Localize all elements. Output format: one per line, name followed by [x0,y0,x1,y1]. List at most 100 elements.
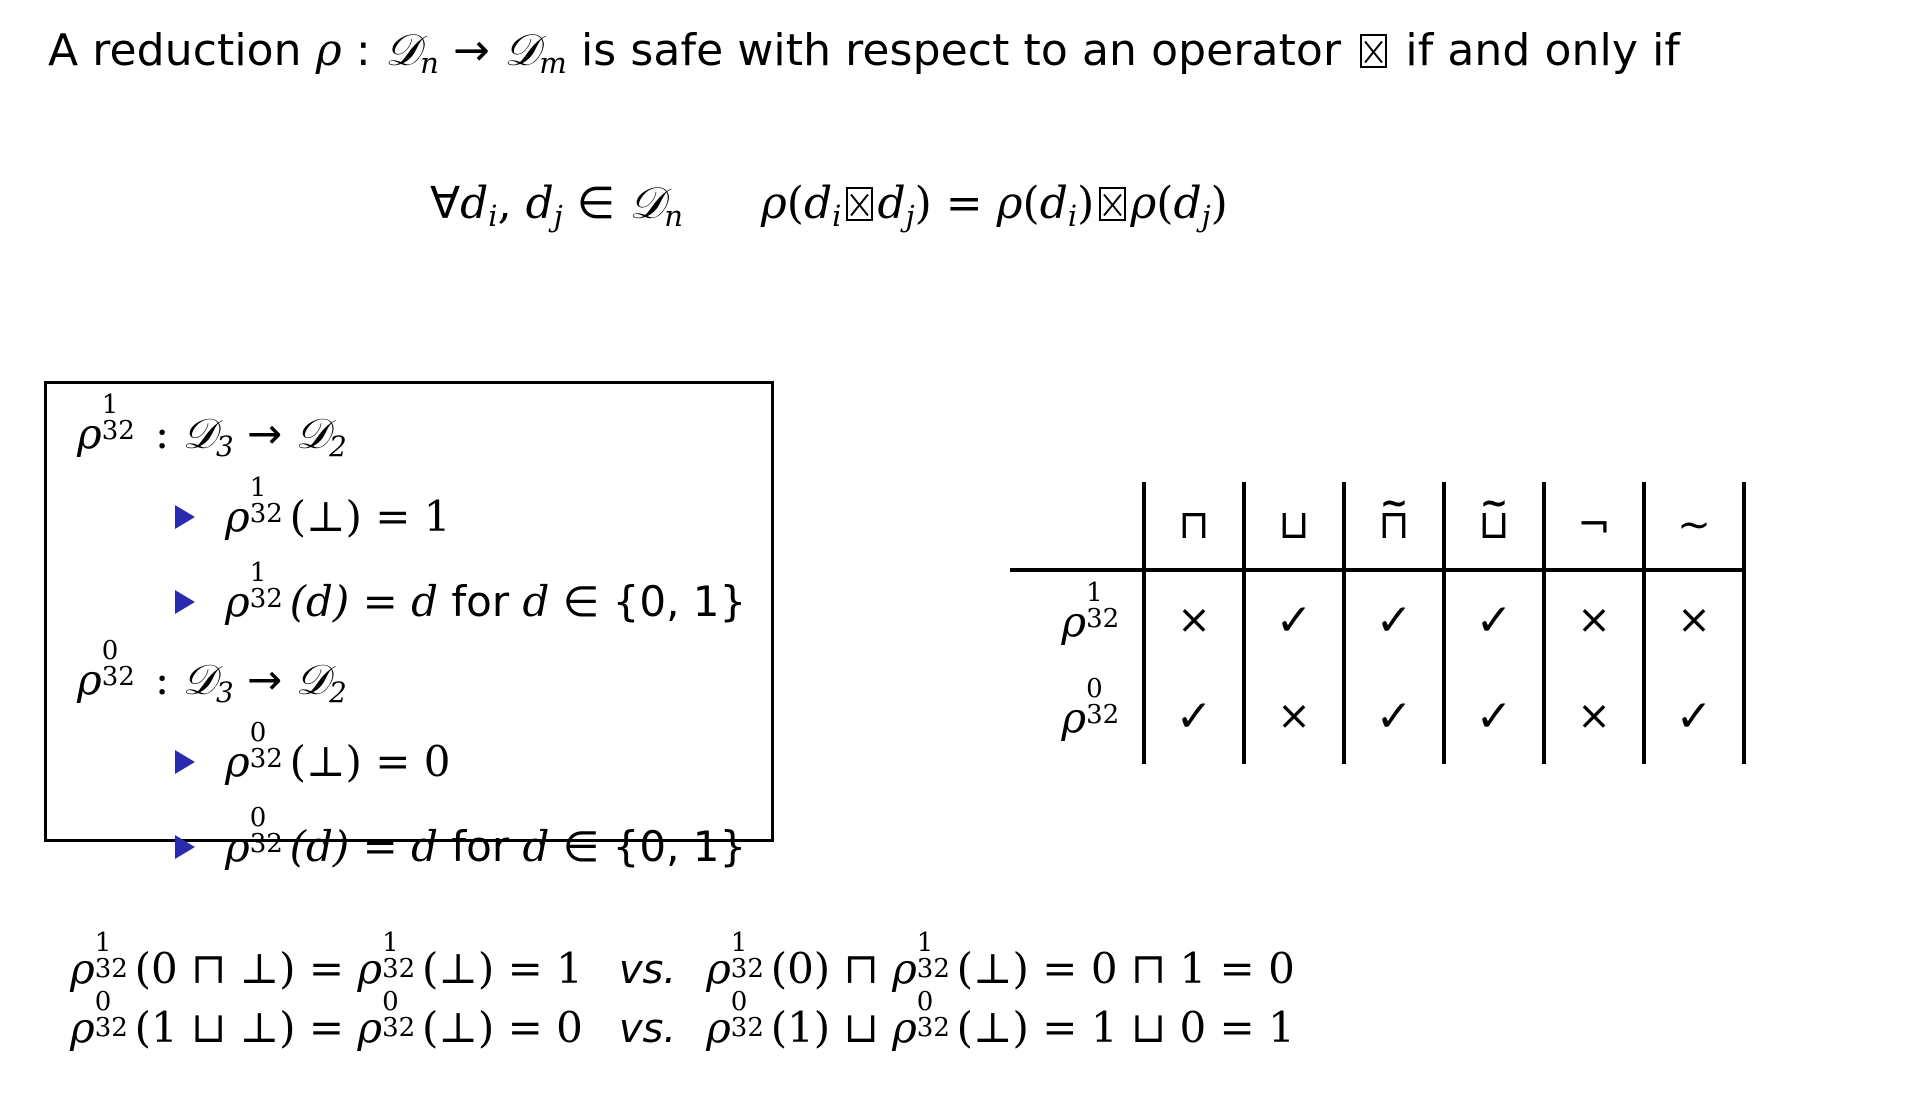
table-row: ρ 0 32 ✓ × ✓ ✓ × ✓ [1010,668,1746,764]
left-tail: (⊥) = 1 [421,944,583,993]
glyph: ∼ [1677,502,1711,548]
superscript: 0 [1086,673,1103,704]
definition-body: (⊥) = 0 [289,737,451,786]
superscript: 1 [249,557,267,588]
formula-equals: = [931,178,997,229]
formula-d-i-2: d [1039,178,1068,229]
definition-membership: ∈ {0, 1} [549,822,747,871]
definition-bullet-rho1-identity: ρ 1 32 (d) = d for d ∈ {0, 1} [175,558,746,626]
rho0-sub-sup: 0 32 [249,803,290,861]
column-header-negation: ¬ [1542,482,1644,572]
definition-heading-rho1: ρ 1 32 : 𝒟3 → 𝒟2 [77,390,347,463]
sqcap-tilde-icon: ~ ⊓ [1378,486,1409,545]
accent: ~ [1379,482,1409,523]
column-header-tilde: ∼ [1642,482,1746,572]
formula-d-i-1: d [803,178,833,229]
rho-symbol: ρ [1061,693,1087,742]
domain-subscript: 3 [215,675,234,709]
formula-open-paren-3: ( [1156,178,1174,229]
definition-body: (⊥) = 1 [289,492,451,541]
formula-d-i-sub-2: i [1067,199,1078,234]
tilde-icon: ∼ [1677,505,1711,545]
rho0-sub-sup: 0 32 [1086,674,1126,732]
codomain-symbol: 𝒟 [504,25,540,76]
superscript: 1 [249,472,267,503]
definition-for-word: for [438,577,523,626]
right-side: ρ 1 32 (0) ⊓ ρ 1 32 (⊥) = 0 ⊓ 1 = 0 [696,928,1295,993]
rho-symbol: ρ [706,944,731,993]
column-header-sqcap: ⊓ [1142,482,1244,572]
definition-variable-d: d [522,577,550,626]
definition-body: (d) = d [289,822,439,871]
column-header-sqcap-tilde: ~ ⊓ [1342,482,1444,572]
rho0-sub-sup: 0 32 [917,987,957,1044]
vs-label: vs. [618,947,677,993]
forall-symbol: ∀ [430,178,461,229]
rho0-sub-sup: 0 32 [101,636,142,694]
subscript: 32 [382,954,416,985]
superscript: 0 [249,802,267,833]
cell-rho0-sqcup-tilde: ✓ [1442,668,1544,764]
rho-symbol: ρ [357,1002,383,1052]
superscript: 1 [101,389,119,420]
definition-body: (d) = d [289,577,439,626]
rho1-sub-sup: 1 32 [101,390,142,448]
colon: : [141,409,183,458]
formula-rho-1: ρ [760,178,787,229]
domain-symbol: 𝒟 [182,655,216,704]
subscript: 32 [101,416,135,447]
rho1-sub-sup: 1 32 [731,928,771,985]
table-row: ρ 1 32 × ✓ ✓ ✓ × × [1010,570,1746,668]
rho-symbol: ρ [892,1002,917,1052]
subscript: 32 [94,954,128,985]
sqcup-tilde-icon: ~ ⊔ [1478,486,1509,545]
formula-rho-3: ρ [1130,178,1157,229]
slide-canvas: A reduction ρ : 𝒟n → 𝒟m is safe with res… [0,0,1910,1106]
formula-d-j-1: d [877,178,906,229]
rho-symbol: ρ [706,1002,731,1052]
column-header-sqcup: ⊔ [1242,482,1344,572]
cell-rho0-sqcup: × [1242,668,1344,764]
rho-symbol: ρ [357,944,383,993]
subscript: 32 [249,829,283,860]
statement-text-part-3: if and only if [1391,25,1681,76]
rho-symbol: ρ [70,1002,95,1052]
subscript: 32 [1086,604,1120,635]
rho1-sub-sup: 1 32 [249,473,290,531]
domain-subscript: 3 [215,429,234,463]
subscript: 32 [730,954,764,985]
rho0-sub-sup: 0 32 [250,718,290,776]
counterexample-comparison: ρ 1 32 (0 ⊓ ⊥) = ρ 1 32 (⊥) = 1 vs. ρ 1 32 (0) ⊓ ρ1… [70,928,1295,1058]
definition-for-word: for [438,822,523,871]
subscript: 32 [730,1013,764,1044]
triangle-bullet-icon [175,835,195,860]
table-header-row: ⊓ ⊔ ~ ⊓ ~ ⊔ ¬ ∼ [1010,482,1746,572]
d-i-variable: d [460,178,489,229]
boxed-x-operator-icon [845,187,874,221]
formula-d-j-2: d [1173,178,1202,229]
rho-symbol: ρ [225,737,250,786]
subscript: 32 [249,499,283,530]
formula-open-paren-2: ( [1022,178,1040,229]
formula-close-paren-1: ) [914,178,932,229]
domain-symbol: 𝒟 [182,409,216,458]
right-tail: (⊥) = 0 ⊓ 1 = 0 [956,944,1295,993]
formula-close-paren-2: ) [1077,178,1095,229]
sqcap-icon: ⊓ [1178,505,1209,545]
codomain-symbol: 𝒟 [295,409,330,458]
codomain-subscript-m: m [539,46,567,81]
subscript: 32 [101,662,135,693]
formula-domain-subscript: n [664,199,683,234]
rho-symbol: ρ [315,25,342,76]
rho-symbol: ρ [892,944,917,993]
cell-rho1-sqcup-tilde: ✓ [1442,570,1544,668]
left-argument: (0 ⊓ ⊥) = [134,944,358,993]
arrow-symbol: → [233,409,296,458]
rho1-sub-sup: 1 32 [1086,578,1126,636]
rho1-sub-sup: 1 32 [250,558,290,616]
rho-symbol: ρ [225,822,250,871]
codomain-subscript: 2 [329,675,347,709]
subscript: 32 [1086,700,1120,731]
right-argument: (0) ⊓ [770,944,893,993]
formula-open-paren-1: ( [786,178,804,229]
